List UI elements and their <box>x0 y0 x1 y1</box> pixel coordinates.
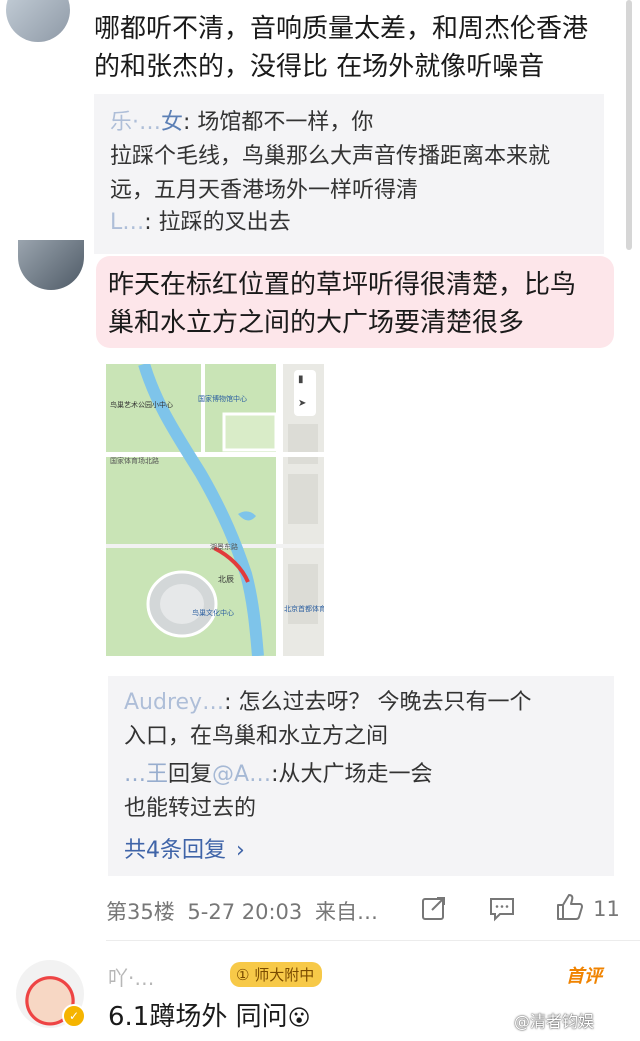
reply-username[interactable]: 乐·… <box>110 110 161 135</box>
map-label: 国家体育场北路 <box>110 457 159 465</box>
map-label: 国家博物馆中心 <box>198 395 247 403</box>
reply-username[interactable]: L… <box>110 210 144 235</box>
school-badge[interactable]: ① 师大附中 <box>230 962 323 987</box>
username[interactable]: 吖·… <box>108 962 154 991</box>
more-replies-link[interactable]: 共4条回复 › <box>124 832 245 864</box>
reply-username[interactable]: …王 <box>124 762 168 787</box>
reply-username-suffix[interactable]: 女 <box>161 110 183 135</box>
reply-item[interactable]: 乐·…女: 场馆都不一样，你 拉踩个毛线，鸟巢那么大声音传播距离本来就 远，五月… <box>110 106 600 208</box>
first-comment-tag: 首评 <box>566 966 602 987</box>
verified-badge-icon: ✓ <box>62 1004 86 1028</box>
reply-item[interactable]: L…: 拉踩的叉出去 <box>110 206 600 240</box>
reply-username[interactable]: Audrey… <box>124 690 224 715</box>
like-button[interactable]: 11 <box>554 892 620 926</box>
watermark: @清者钧娱 <box>514 1012 595 1031</box>
medal-icon: ① <box>236 966 250 984</box>
surprised-emoji: 😮 <box>287 1006 311 1031</box>
floor-number: 第35楼 <box>106 900 175 924</box>
comment-text: 昨天在标红位置的草坪听得很清楚，比鸟 巢和水立方之间的大广场要清楚很多 <box>108 270 577 338</box>
share-icon[interactable] <box>420 894 448 922</box>
map-label: 鸟巢文化中心 <box>192 609 234 617</box>
reply-item[interactable]: …王回复@A…:从大广场走一会 也能转过去的 <box>124 758 612 826</box>
map-layers-icon[interactable]: ▮ <box>298 374 304 385</box>
map-label: 北京首都体育馆 <box>284 605 324 613</box>
comment-meta: 第35楼 5-27 20:03 来自… <box>106 896 378 926</box>
source: 来自… <box>314 900 378 924</box>
reply-list: 乐·…女: 场馆都不一样，你 拉踩个毛线，鸟巢那么大声音传播距离本来就 远，五月… <box>94 94 604 254</box>
map-label: 鸟巢艺术公园小中心 <box>110 401 173 409</box>
map-label: 湖景东路 <box>210 543 238 551</box>
reply-item[interactable]: Audrey…: 怎么过去呀？ 今晚去只有一个 入口，在鸟巢和水立方之间 <box>124 686 612 754</box>
timestamp: 5-27 20:03 <box>187 900 303 924</box>
map-label: 北辰 <box>218 575 234 584</box>
comment-text: 哪都听不清，音响质量太差，和周杰伦香港 的和张杰的，没得比 在场外就像听噪音 <box>94 14 589 82</box>
avatar[interactable] <box>18 240 84 290</box>
comment-icon[interactable] <box>488 894 516 922</box>
chevron-right-icon: › <box>236 838 245 863</box>
map-locate-icon[interactable]: ➤ <box>298 398 306 409</box>
like-count: 11 <box>593 897 620 921</box>
reply-list: Audrey…: 怎么过去呀？ 今晚去只有一个 入口，在鸟巢和水立方之间 …王回… <box>108 676 614 876</box>
thumbs-up-icon <box>554 892 584 926</box>
map-image[interactable]: 国家博物馆中心 鸟巢艺术公园小中心 国家体育场北路 湖景东路 北辰 鸟巢文化中心… <box>106 364 324 656</box>
divider <box>106 940 640 941</box>
comment-text: 6.1蹲场外 同问😮 <box>108 1002 311 1032</box>
avatar[interactable] <box>6 0 70 42</box>
scrollbar[interactable] <box>626 0 632 250</box>
reply-mention[interactable]: @A… <box>212 762 271 787</box>
